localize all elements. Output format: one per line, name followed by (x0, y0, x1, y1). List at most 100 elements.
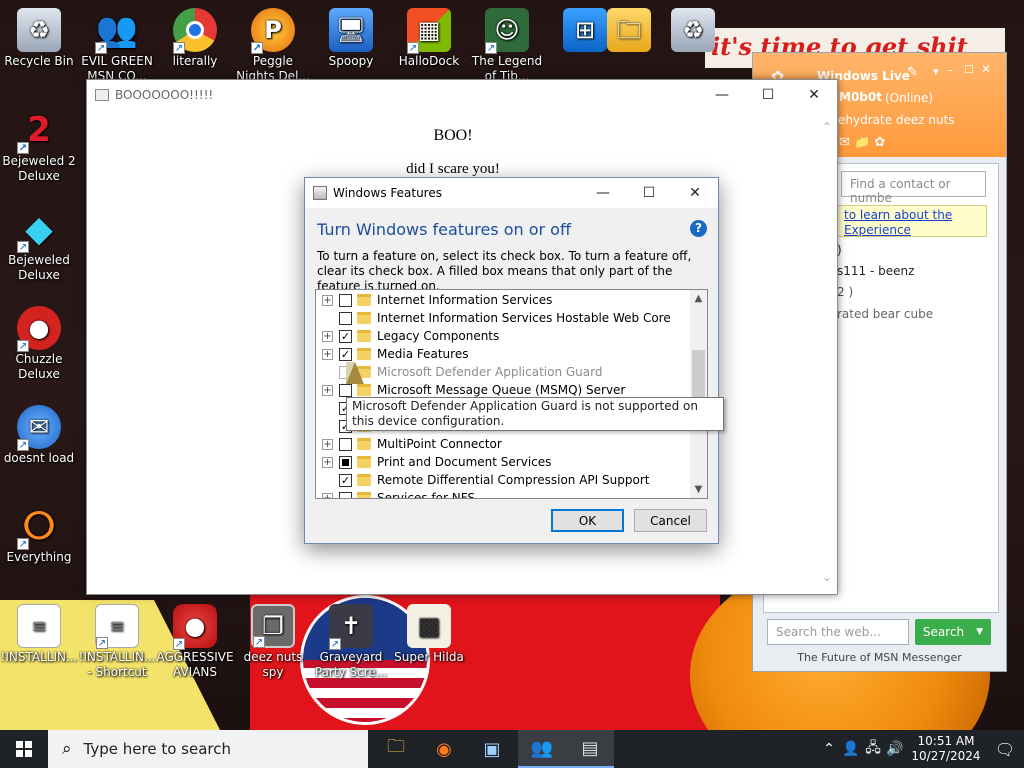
msn-menu-arrow-icon[interactable]: ▾ (933, 65, 939, 78)
scroll-thumb[interactable] (692, 350, 705, 400)
feature-row[interactable]: ✓ Remote Differential Compression API Sup… (316, 471, 692, 489)
feature-checkbox[interactable] (339, 311, 352, 325)
feature-row[interactable]: + Services for NFS (316, 489, 692, 498)
msn-notice-link[interactable]: to learn about the Experience (837, 205, 987, 237)
desktop-icon-bejeweled[interactable]: ◆ ↗ Bejeweled Deluxe (0, 207, 78, 283)
desktop-icon-spoopy[interactable]: 🖥 Spoopy (312, 8, 390, 69)
msn-status[interactable]: (Online) (885, 91, 933, 105)
feature-row[interactable]: + Print and Document Services (316, 453, 692, 471)
maximize-button[interactable]: ☐ (745, 80, 791, 110)
msn-close-icon[interactable]: ✕ (981, 62, 991, 76)
msn-toolbar-icons[interactable]: ✉ 📁 ✿ (839, 135, 885, 150)
msn-maximize-icon[interactable]: ☐ (964, 63, 974, 76)
feature-row[interactable]: Internet Information Services Hostable W… (316, 309, 692, 327)
expand-icon[interactable]: + (322, 438, 333, 450)
desktop-icon-legend[interactable]: ☺ ↗ The Legend of Tib... (468, 8, 546, 84)
firefox-icon[interactable]: ◉ (420, 730, 468, 768)
feature-checkbox[interactable] (339, 491, 352, 498)
feature-checkbox[interactable] (339, 455, 352, 469)
clock[interactable]: 10:51 AM 10/27/2024 (906, 734, 986, 764)
desktop-icon-label: !INSTALLIN... - Shortcut (78, 650, 156, 679)
minimize-button[interactable]: — (699, 80, 745, 110)
file-explorer-icon[interactable]: 🗀 (372, 730, 420, 768)
desktop-icon-super-hilda[interactable]: ▩ Super Hilda (390, 604, 468, 665)
desktop-icon-hallodock[interactable]: ▦ ↗ HalloDock (390, 8, 468, 69)
desktop-icon-doesnt-load[interactable]: ✉ ↗ doesnt load (0, 405, 78, 466)
desktop-icon-chuzzle[interactable]: ● ↗ Chuzzle Deluxe (0, 306, 78, 382)
desktop-icon-everything[interactable]: ⵔ ↗ Everything (0, 504, 78, 565)
feature-checkbox[interactable] (339, 437, 352, 451)
msn-contact-group[interactable]: 2 ) (837, 285, 853, 299)
expand-icon[interactable]: + (322, 294, 333, 306)
notification-icon[interactable]: 🗨 (986, 740, 1024, 759)
desktop-icon-aggressive-avians[interactable]: ● ↗ AGGRESSIVE AVIANS (156, 604, 234, 680)
volume-icon[interactable]: 🔊 (884, 741, 906, 757)
feature-row[interactable]: + ✓ Legacy Components (316, 327, 692, 345)
scroll-up-icon[interactable]: ▲ (690, 290, 707, 307)
msn-minimize-icon[interactable]: – (947, 63, 953, 77)
expand-icon[interactable]: + (322, 492, 333, 498)
feature-row[interactable]: + MultiPoint Connector (316, 435, 692, 453)
dialog-titlebar[interactable]: Windows Features — ☐ ✕ (305, 178, 718, 208)
close-button[interactable]: ✕ (791, 80, 837, 110)
folder-icon: 🗀 (607, 8, 651, 52)
shortcut-arrow-icon: ↗ (96, 637, 108, 649)
chevron-down-icon[interactable]: ⌄ (822, 570, 832, 584)
ok-button[interactable]: OK (551, 509, 624, 532)
expand-icon[interactable]: + (322, 348, 333, 360)
expand-icon[interactable]: + (322, 330, 333, 342)
feature-checkbox[interactable] (339, 293, 352, 307)
boo-scrollbar[interactable]: ⌃ ⌄ (819, 110, 837, 594)
scroll-down-icon[interactable]: ▼ (690, 481, 707, 498)
msn-contact[interactable]: rated bear cube (837, 307, 933, 321)
help-icon[interactable]: ? (690, 220, 707, 237)
desktop-icon-bejeweled-2[interactable]: 2 ↗ Bejeweled 2 Deluxe (0, 108, 78, 184)
dialog-minimize-button[interactable]: — (580, 178, 626, 208)
desktop-icon-peggle[interactable]: P ↗ Peggle Nights Del... (234, 8, 312, 84)
chevron-up-icon[interactable]: ⌃ (818, 741, 840, 757)
boo-titlebar[interactable]: BOOOOOOO!!!!! — ☐ ✕ (87, 80, 837, 110)
expand-icon[interactable]: + (322, 456, 333, 468)
cancel-button[interactable]: Cancel (634, 509, 707, 532)
feature-row[interactable]: + ✓ Media Features (316, 345, 692, 363)
bejeweled-icon: ◆ ↗ (17, 208, 53, 253)
expand-placeholder (322, 313, 333, 324)
desktop-icon-evil-green-msn[interactable]: 👥 ↗ EVIL GREEN MSN CO... (78, 8, 156, 84)
desktop-icon-literally[interactable]: ↗ literally (156, 8, 234, 69)
msn-web-search-input[interactable]: Search the web... (767, 619, 909, 645)
desktop-icon-installing-shortcut[interactable]: ≡ ↗ !INSTALLIN... - Shortcut (78, 604, 156, 680)
msn-paint-icon[interactable]: ✎ (907, 65, 918, 80)
features-tree[interactable]: + Internet Information Services Internet I… (315, 289, 708, 499)
feature-checkbox[interactable]: ✓ (339, 347, 352, 361)
desktop-icon-deez-nuts-spy[interactable]: ❐ ↗ deez nuts spy (234, 604, 312, 680)
chevron-up-icon[interactable]: ⌃ (822, 120, 832, 134)
desktop-icon-installing[interactable]: ≡ !INSTALLIN... (0, 604, 78, 665)
start-button[interactable] (0, 730, 48, 768)
desktop-icon-recycle-bin[interactable]: ♻ Recycle Bin (0, 8, 78, 69)
msn-web-search-button[interactable]: Search ▼ (915, 619, 991, 645)
desktop-icon-recycle-bin-2[interactable]: ♻ (654, 8, 732, 54)
expand-icon[interactable]: + (322, 384, 333, 396)
feature-row[interactable]: + Internet Information Services (316, 291, 692, 309)
app-window-icon[interactable]: ▣ (468, 730, 516, 768)
feature-checkbox[interactable]: ✓ (339, 329, 352, 343)
msn-messenger-icon[interactable]: 👥 (518, 730, 566, 768)
network-icon[interactable]: 🖧 (862, 737, 884, 761)
network-icon: 🖥 (329, 8, 373, 52)
msn-contact-search-input[interactable]: Find a contact or numbe (841, 171, 986, 205)
tree-scrollbar[interactable]: ▲ ▼ (690, 290, 707, 498)
expand-placeholder (322, 475, 333, 486)
taskbar-search-box[interactable]: ⌕ Type here to search (48, 730, 368, 768)
feature-checkbox[interactable] (339, 383, 352, 397)
msn-personal-message[interactable]: ehydrate deez nuts (838, 113, 955, 127)
msn-username[interactable]: M0b0t (839, 90, 882, 104)
file-archive-icon[interactable]: ▤ (566, 730, 614, 768)
feature-checkbox[interactable]: ✓ (339, 473, 352, 487)
dialog-close-button[interactable]: ✕ (672, 178, 718, 208)
msn-contact[interactable]: s111 - beenz (837, 264, 914, 278)
msn-tray-icon[interactable]: 👤 (840, 741, 862, 757)
feature-row[interactable]: Microsoft Defender Application Guard (316, 363, 692, 381)
windows-features-dialog[interactable]: Windows Features — ☐ ✕ Turn Windows feat… (304, 177, 719, 544)
desktop-icon-graveyard[interactable]: ✝ ↗ Graveyard Party Scre... (312, 604, 390, 680)
dialog-maximize-button[interactable]: ☐ (626, 178, 672, 208)
